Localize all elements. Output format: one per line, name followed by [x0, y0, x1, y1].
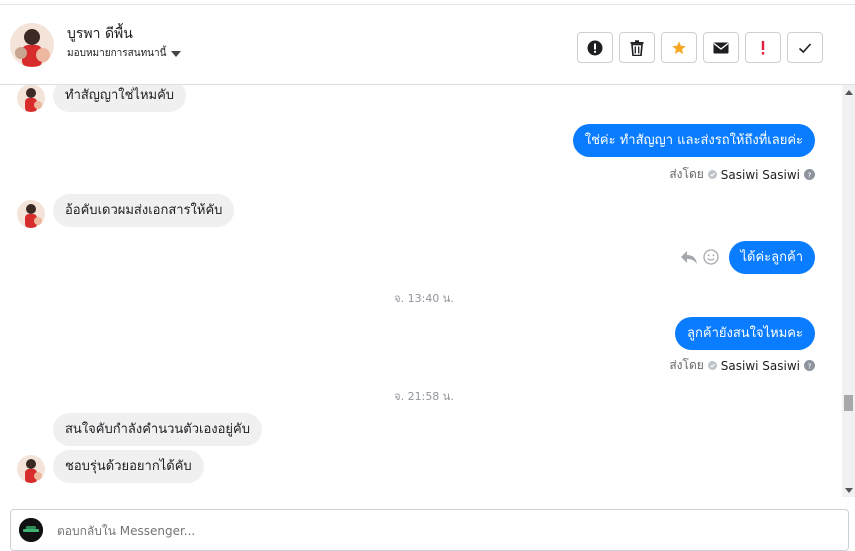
help-icon[interactable]: ? [804, 360, 815, 371]
sent-by-label: ส่งโดย [669, 167, 704, 181]
exclamation-icon [761, 40, 765, 55]
sender-avatar[interactable] [17, 200, 45, 228]
conversation-header: บูรพา ดีพื้น มอบหมายการสนทนานี้ [0, 5, 855, 85]
incoming-message[interactable]: ชอบรุ่นด้วยอยากได้คับ [53, 450, 204, 483]
incoming-message[interactable]: อ้อคับเดวผมส่งเอกสารให้คับ [53, 194, 235, 227]
reply-input[interactable] [55, 523, 659, 539]
alert-circle-icon [587, 40, 603, 55]
incoming-message[interactable]: ทำสัญญาใช่ไหมคับ [53, 85, 187, 112]
message-scrollbar[interactable] [842, 85, 855, 497]
svg-text:?: ? [808, 361, 812, 370]
mark-unread-button[interactable] [703, 32, 739, 63]
timestamp-divider: จ. 13:40 น. [394, 292, 454, 305]
message-thread: ทำสัญญาใช่ไหมคับ ใช่ค่ะ ทำสัญญา และส่งรถ… [0, 85, 841, 497]
delete-button[interactable] [619, 32, 655, 63]
sender-avatar[interactable] [17, 85, 45, 112]
sent-by-row: ส่งโดย Sasiwi Sasiwi ? [669, 356, 815, 375]
svg-text:?: ? [808, 170, 812, 179]
scroll-up-icon[interactable] [845, 90, 853, 95]
sender-name[interactable]: Sasiwi Sasiwi [721, 168, 800, 182]
mark-spam-button[interactable] [577, 32, 613, 63]
follow-up-button[interactable] [745, 32, 781, 63]
outgoing-message[interactable]: ได้ค่ะลูกค้า [728, 241, 815, 274]
star-icon [672, 40, 686, 54]
assign-dropdown[interactable]: มอบหมายการสนทนานี้ [67, 46, 182, 61]
outgoing-message[interactable]: ใช่ค่ะ ทำสัญญา และส่งรถให้ถึงที่เลยค่ะ [572, 124, 815, 157]
verified-icon [707, 361, 717, 370]
check-icon [798, 42, 812, 53]
scroll-down-icon[interactable] [845, 488, 853, 493]
trash-icon [630, 39, 644, 56]
timestamp-divider: จ. 21:58 น. [394, 390, 454, 403]
reply-composer[interactable] [10, 509, 849, 551]
emoji-react-icon[interactable] [703, 249, 719, 265]
scroll-thumb[interactable] [844, 395, 853, 411]
page-avatar [19, 518, 43, 542]
envelope-icon [713, 42, 729, 53]
help-icon[interactable]: ? [804, 169, 815, 180]
incoming-message[interactable]: สนใจคับกำลังคำนวนตัวเองอยู่คับ [53, 413, 263, 446]
sent-by-label: ส่งโดย [669, 358, 704, 372]
chevron-down-icon [171, 51, 182, 57]
mark-done-button[interactable] [787, 32, 823, 63]
sent-by-row: ส่งโดย Sasiwi Sasiwi ? [669, 165, 815, 184]
sender-name[interactable]: Sasiwi Sasiwi [721, 359, 800, 373]
contact-name[interactable]: บูรพา ดีพื้น [67, 23, 133, 45]
verified-icon [707, 170, 717, 179]
outgoing-message[interactable]: ลูกค้ายังสนใจไหมคะ [675, 317, 815, 350]
reply-icon[interactable] [680, 249, 698, 265]
assign-label: มอบหมายการสนทนานี้ [67, 48, 167, 59]
star-button[interactable] [661, 32, 697, 63]
contact-avatar[interactable] [10, 23, 54, 67]
conversation-toolbar [577, 32, 823, 63]
sender-avatar[interactable] [17, 455, 45, 483]
